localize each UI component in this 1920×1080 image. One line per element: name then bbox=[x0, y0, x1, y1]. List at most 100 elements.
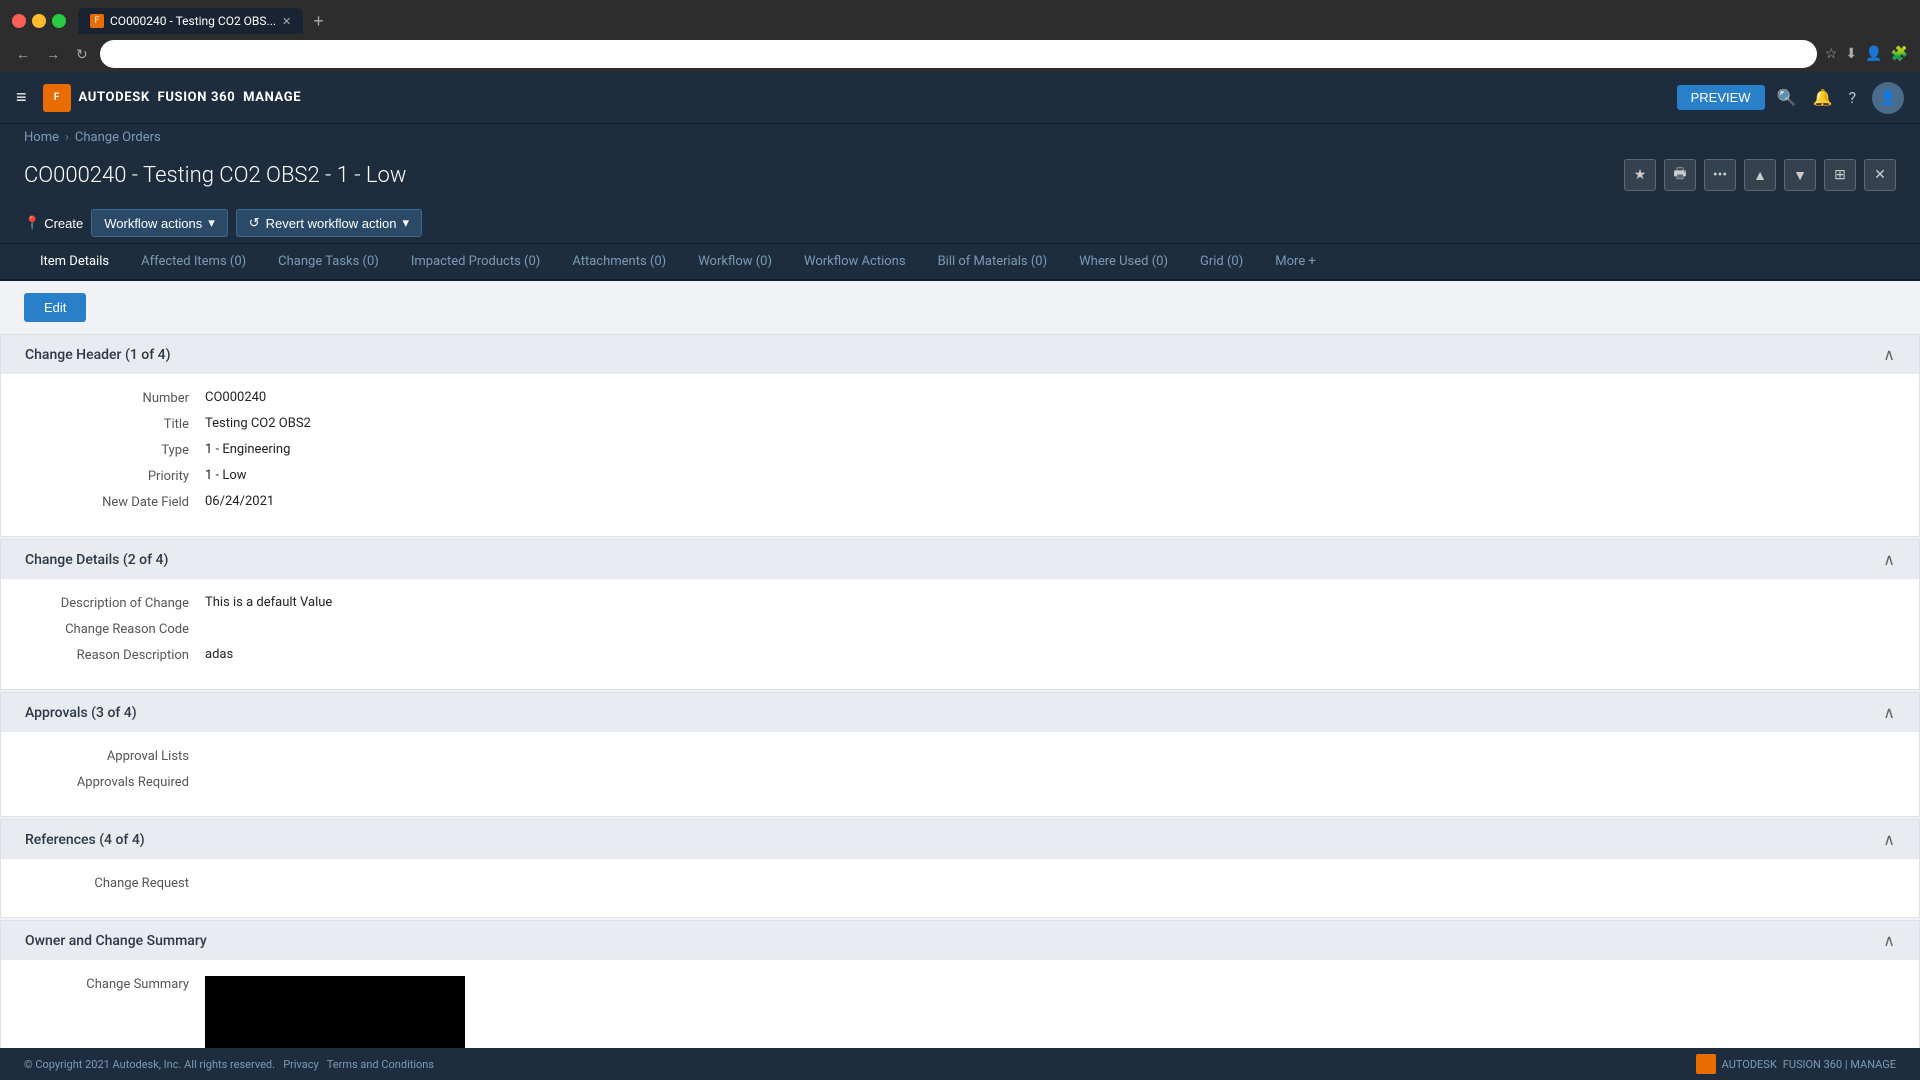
hamburger-menu[interactable]: ≡ bbox=[16, 87, 27, 108]
content-area: Edit Change Header (1 of 4) ∧ Number CO0… bbox=[0, 281, 1920, 1048]
approvals-toggle[interactable]: Approvals (3 of 4) ∧ bbox=[1, 693, 1919, 732]
maximize-traffic-light[interactable] bbox=[52, 14, 66, 28]
references-toggle[interactable]: References (4 of 4) ∧ bbox=[1, 820, 1919, 859]
tab-workflow[interactable]: Workflow (0) bbox=[682, 244, 788, 281]
tab-where-used[interactable]: Where Used (0) bbox=[1063, 244, 1184, 281]
footer-terms-link[interactable]: Terms and Conditions bbox=[327, 1058, 434, 1071]
tab-close-icon[interactable]: ✕ bbox=[282, 15, 291, 28]
star-button[interactable]: ★ bbox=[1624, 159, 1656, 191]
revert-workflow-label: Revert workflow action bbox=[266, 216, 397, 231]
toolbar: 📍 Create Workflow actions ▾ ↺ Revert wor… bbox=[0, 203, 1920, 244]
field-value-type: 1 - Engineering bbox=[205, 442, 290, 457]
field-value-reason-desc: adas bbox=[205, 647, 233, 662]
bookmark-icon[interactable]: ☆ bbox=[1825, 46, 1838, 62]
search-icon[interactable]: 🔍 bbox=[1777, 88, 1797, 107]
extensions-icon[interactable]: 🧩 bbox=[1891, 46, 1908, 62]
tabs-bar: Item Details Affected Items (0) Change T… bbox=[0, 244, 1920, 281]
forward-button[interactable]: → bbox=[42, 44, 64, 64]
close-button[interactable]: ✕ bbox=[1864, 159, 1896, 191]
field-approval-lists: Approval Lists bbox=[25, 748, 1895, 764]
footer-logo-icon bbox=[1696, 1054, 1716, 1074]
owner-summary-toggle[interactable]: Owner and Change Summary ∧ bbox=[1, 921, 1919, 960]
field-label-priority: Priority bbox=[25, 468, 205, 484]
change-summary-image bbox=[205, 976, 465, 1048]
print-button[interactable]: 🖶 bbox=[1664, 159, 1696, 191]
change-header-toggle[interactable]: Change Header (1 of 4) ∧ bbox=[1, 335, 1919, 374]
bell-icon[interactable]: 🔔 bbox=[1813, 88, 1833, 107]
nav-icons: 🔍 🔔 ? 👤 bbox=[1777, 82, 1904, 114]
field-approvals-required: Approvals Required bbox=[25, 774, 1895, 790]
references-collapse-icon: ∧ bbox=[1883, 830, 1895, 849]
owner-summary-content: Change Summary Owner Change Owner Additi… bbox=[1, 960, 1919, 1048]
tab-change-tasks[interactable]: Change Tasks (0) bbox=[262, 244, 395, 281]
references-title: References (4 of 4) bbox=[25, 832, 145, 848]
tab-item-details[interactable]: Item Details bbox=[24, 244, 125, 281]
fusion-icon: F bbox=[43, 84, 71, 112]
tab-bom[interactable]: Bill of Materials (0) bbox=[922, 244, 1064, 281]
active-browser-tab[interactable]: F CO000240 - Testing CO2 OBS... ✕ bbox=[78, 8, 303, 34]
change-details-section: Change Details (2 of 4) ∧ Description of… bbox=[0, 539, 1920, 690]
minimize-traffic-light[interactable] bbox=[32, 14, 46, 28]
close-traffic-light[interactable] bbox=[12, 14, 26, 28]
field-type: Type 1 - Engineering bbox=[25, 442, 1895, 458]
field-new-date: New Date Field 06/24/2021 bbox=[25, 494, 1895, 510]
approvals-title: Approvals (3 of 4) bbox=[25, 705, 137, 721]
change-details-toggle[interactable]: Change Details (2 of 4) ∧ bbox=[1, 540, 1919, 579]
download-icon[interactable]: ⬇ bbox=[1845, 46, 1857, 62]
create-button[interactable]: 📍 Create bbox=[24, 215, 83, 231]
tab-grid[interactable]: Grid (0) bbox=[1184, 244, 1259, 281]
owner-summary-collapse-icon: ∧ bbox=[1883, 931, 1895, 950]
down-button[interactable]: ▼ bbox=[1784, 159, 1816, 191]
brand-suffix: MANAGE bbox=[243, 90, 301, 105]
tab-more[interactable]: More + bbox=[1259, 244, 1332, 281]
edit-button[interactable]: Edit bbox=[24, 293, 86, 322]
field-priority: Priority 1 - Low bbox=[25, 468, 1895, 484]
tab-impacted-products[interactable]: Impacted Products (0) bbox=[395, 244, 556, 281]
breadcrumb-separator: › bbox=[65, 130, 69, 145]
expand-button[interactable]: ⊞ bbox=[1824, 159, 1856, 191]
tab-attachments[interactable]: Attachments (0) bbox=[556, 244, 682, 281]
field-value-priority: 1 - Low bbox=[205, 468, 247, 483]
preview-button[interactable]: PREVIEW bbox=[1677, 85, 1765, 110]
field-reason-desc: Reason Description adas bbox=[25, 647, 1895, 663]
profile-icon[interactable]: 👤 bbox=[1865, 46, 1882, 62]
field-change-reason: Change Reason Code bbox=[25, 621, 1895, 637]
footer-copyright-text: © Copyright 2021 Autodesk, Inc. All righ… bbox=[24, 1058, 275, 1071]
field-label-approvals-req: Approvals Required bbox=[25, 774, 205, 790]
app-container: ≡ F AUTODESK FUSION 360 MANAGE PREVIEW 🔍… bbox=[0, 72, 1920, 1080]
revert-workflow-button[interactable]: ↺ Revert workflow action ▾ bbox=[236, 209, 422, 237]
footer-copyright: © Copyright 2021 Autodesk, Inc. All righ… bbox=[24, 1058, 434, 1071]
tab-title: CO000240 - Testing CO2 OBS... bbox=[110, 14, 276, 28]
brand-text: AUTODESK FUSION 360 MANAGE bbox=[79, 90, 302, 105]
tab-affected-items[interactable]: Affected Items (0) bbox=[125, 244, 262, 281]
footer-product: FUSION 360 | MANAGE bbox=[1783, 1058, 1896, 1071]
field-label-approval-lists: Approval Lists bbox=[25, 748, 205, 764]
workflow-actions-button[interactable]: Workflow actions ▾ bbox=[91, 209, 228, 237]
address-bar[interactable] bbox=[100, 40, 1817, 68]
field-value-number: CO000240 bbox=[205, 390, 266, 405]
avatar[interactable]: 👤 bbox=[1872, 82, 1904, 114]
field-label-new-date: New Date Field bbox=[25, 494, 205, 510]
references-content: Change Request bbox=[1, 859, 1919, 917]
tab-favicon: F bbox=[90, 14, 104, 28]
footer-privacy-link[interactable]: Privacy bbox=[283, 1058, 319, 1071]
footer-brand: AUTODESK bbox=[1722, 1058, 1777, 1071]
breadcrumb-home[interactable]: Home bbox=[24, 130, 59, 145]
change-header-title: Change Header (1 of 4) bbox=[25, 347, 170, 363]
footer: © Copyright 2021 Autodesk, Inc. All righ… bbox=[0, 1048, 1920, 1080]
more-button[interactable]: ••• bbox=[1704, 159, 1736, 191]
back-button[interactable]: ← bbox=[12, 44, 34, 64]
approvals-section: Approvals (3 of 4) ∧ Approval Lists Appr… bbox=[0, 692, 1920, 817]
traffic-lights bbox=[12, 14, 66, 28]
page-title: CO000240 - Testing CO2 OBS2 - 1 - Low bbox=[24, 163, 406, 188]
refresh-button[interactable]: ↻ bbox=[72, 44, 92, 65]
help-icon[interactable]: ? bbox=[1848, 88, 1856, 107]
tab-workflow-actions[interactable]: Workflow Actions bbox=[788, 244, 922, 281]
up-button[interactable]: ▲ bbox=[1744, 159, 1776, 191]
new-tab-button[interactable]: + bbox=[307, 9, 330, 34]
browser-tabs: F CO000240 - Testing CO2 OBS... ✕ + bbox=[78, 8, 330, 34]
create-icon: 📍 bbox=[24, 215, 40, 231]
field-desc-of-change: Description of Change This is a default … bbox=[25, 595, 1895, 611]
change-header-section: Change Header (1 of 4) ∧ Number CO000240… bbox=[0, 334, 1920, 537]
owner-summary-section: Owner and Change Summary ∧ Change Summar… bbox=[0, 920, 1920, 1048]
